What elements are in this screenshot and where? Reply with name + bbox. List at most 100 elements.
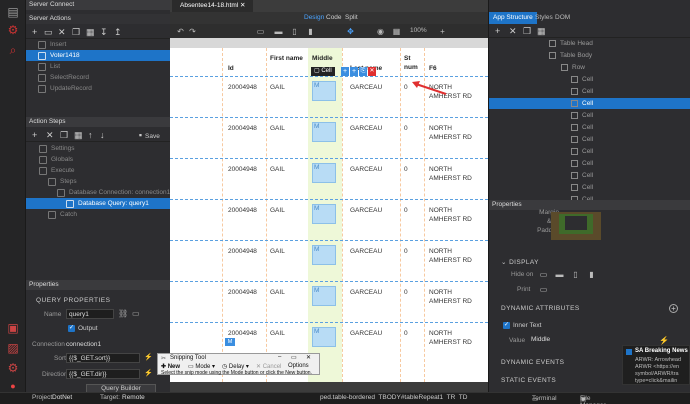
hide-desktop-icon[interactable]: ▭ (539, 270, 548, 279)
move-icon[interactable]: ✥ (346, 27, 355, 36)
server-action-item[interactable]: Voter1418 (26, 50, 170, 61)
copy-element-icon[interactable]: ❐ (523, 26, 531, 37)
print-icon[interactable]: ▭ (539, 285, 548, 294)
dom-tree-item[interactable]: Cell (489, 110, 690, 121)
table-row[interactable]: 20004948 GAIL M GARCEAU 0 NORTH AMHERST RD (170, 240, 488, 281)
save-button[interactable]: ▪ Save (136, 131, 160, 141)
export-icon[interactable]: ↥ (114, 27, 122, 38)
paste-element-icon[interactable]: ▦ (537, 26, 546, 37)
add-icon[interactable]: + (32, 27, 37, 37)
server-action-item[interactable]: List (26, 61, 170, 72)
sort-input[interactable]: {{$_GET.sort}} (66, 353, 140, 363)
dom-tree-item[interactable]: Cell (489, 170, 690, 181)
mobile-icon[interactable]: ▮ (306, 27, 315, 36)
cell-first-name[interactable]: GAIL (270, 206, 285, 215)
element-badge[interactable]: M (225, 338, 235, 346)
dom-tree-item[interactable]: Cell (489, 86, 690, 97)
output-checkbox[interactable]: ✓ (68, 325, 75, 332)
bind-icon-2[interactable]: ⚡ (144, 369, 153, 377)
dom-tree-item[interactable]: Cell (489, 158, 690, 169)
cell-id[interactable]: 20004948 (228, 206, 257, 215)
server-action-item[interactable]: SelectRecord (26, 72, 170, 83)
desktop-icon[interactable]: ▭ (256, 27, 265, 36)
element-breadcrumb[interactable]: ped.table-bordered TBODY#tableRepeat1 TR… (320, 394, 467, 401)
add-inside-button[interactable]: + (350, 67, 358, 76)
table-row[interactable]: 20004948 GAIL M GARCEAU 0 NORTH AMHERST RD (170, 158, 488, 199)
dom-tree-item[interactable]: Cell (489, 98, 690, 109)
snipping-tool-window[interactable]: ✂ Snipping Tool – ▭ ✕ ✚ New ▭ Mode ▾ ◷ D… (157, 353, 320, 376)
cell-first-name[interactable]: GAIL (270, 329, 285, 338)
tablet-icon[interactable]: ▯ (290, 27, 299, 36)
cell-st-num[interactable]: 0 (404, 124, 408, 133)
laptop-icon[interactable]: ▬ (274, 27, 283, 36)
cell-st-num[interactable]: 0 (404, 206, 408, 215)
cell-middle[interactable]: M (312, 286, 336, 306)
value-input[interactable]: Middle (531, 335, 671, 345)
server-connect-icon[interactable]: ⚙ (5, 22, 21, 38)
cell-middle[interactable]: M (312, 81, 336, 101)
action-step-item[interactable]: Globals (26, 154, 170, 165)
cell-f6[interactable]: NORTH AMHERST RD (429, 165, 479, 183)
action-step-item[interactable]: Execute (26, 165, 170, 176)
action-step-item[interactable]: Catch (26, 209, 170, 220)
folder-icon[interactable]: ▭ (44, 27, 53, 38)
cell-st-num[interactable]: 0 (404, 247, 408, 256)
paste-icon[interactable]: ▦ (86, 27, 95, 38)
delete-icon[interactable]: ✕ (58, 27, 66, 38)
action-step-item[interactable]: Steps (26, 176, 170, 187)
dom-tree-item[interactable]: Cell (489, 74, 690, 85)
redo-icon[interactable]: ↷ (188, 27, 197, 36)
add-before-button[interactable]: + (341, 67, 349, 76)
grid-icon[interactable]: ▦ (392, 27, 401, 36)
minimize-icon[interactable]: – (278, 354, 281, 360)
snip-options-button[interactable]: Options (288, 363, 309, 369)
bind-icon[interactable]: ⚡ (144, 353, 153, 361)
hide-mobile-icon[interactable]: ▮ (587, 270, 596, 279)
assets-icon[interactable]: ▨ (5, 340, 21, 356)
cell-last-name[interactable]: GARCEAU (350, 329, 382, 338)
undo-icon[interactable]: ↶ (176, 27, 185, 36)
server-action-item[interactable]: UpdateRecord (26, 83, 170, 94)
cell-f6[interactable]: NORTH AMHERST RD (429, 247, 479, 265)
cell-id[interactable]: 20004948 (228, 247, 257, 256)
copy-step-icon[interactable]: ❐ (60, 130, 68, 141)
server-action-item[interactable]: Insert (26, 39, 170, 50)
design-tab[interactable]: Design (304, 14, 324, 21)
dom-tree-item[interactable]: Cell (489, 122, 690, 133)
cell-badge[interactable]: ▢ Cell (311, 67, 335, 76)
snip-cancel-button[interactable]: ✕ Cancel (256, 363, 281, 370)
cell-st-num[interactable]: 0 (404, 165, 408, 174)
close-tab-icon[interactable]: ✕ (240, 2, 245, 9)
cell-last-name[interactable]: GARCEAU (350, 288, 382, 297)
delete-step-icon[interactable]: ✕ (46, 130, 54, 141)
cell-middle[interactable]: M (312, 163, 336, 183)
zoom-level[interactable]: 100% (410, 27, 427, 34)
snip-delay-button[interactable]: ◷ Delay ▾ (222, 363, 249, 370)
cell-id[interactable]: 20004948 (228, 124, 257, 133)
import-icon[interactable]: ↧ (100, 27, 108, 38)
table-row[interactable]: 20004948 GAIL M GARCEAU 0 NORTH AMHERST RD (170, 281, 488, 322)
dom-tree-item[interactable]: Table Head (489, 38, 690, 49)
tab-app-structure[interactable]: App Structure (489, 12, 537, 24)
display-section[interactable]: ⌄ DISPLAY (489, 256, 690, 270)
copy-icon[interactable]: ❐ (72, 27, 80, 38)
search-icon[interactable]: ⌕ (5, 42, 21, 58)
move-up-icon[interactable]: ↑ (88, 130, 93, 140)
paste-step-icon[interactable]: ▦ (74, 130, 83, 141)
add-step-icon[interactable]: + (32, 130, 37, 140)
action-step-item[interactable]: Settings (26, 143, 170, 154)
dom-tree-item[interactable]: Cell (489, 182, 690, 193)
cell-first-name[interactable]: GAIL (270, 124, 285, 133)
cell-first-name[interactable]: GAIL (270, 165, 285, 174)
cell-id[interactable]: 20004948 (228, 288, 257, 297)
hide-laptop-icon[interactable]: ▬ (555, 270, 564, 279)
direction-input[interactable]: {{$_GET.dir}} (66, 369, 140, 379)
project-select[interactable]: DotNet (52, 394, 72, 401)
cell-middle[interactable]: M (312, 122, 336, 142)
extensions-icon[interactable]: ⚙ (5, 360, 21, 376)
add-after-button[interactable]: ⎘ (359, 67, 367, 76)
connection-select[interactable]: connection1 (66, 341, 101, 348)
delete-element-button[interactable]: ✕ (368, 67, 376, 76)
workflow-icon[interactable]: ▣ (5, 320, 21, 336)
move-down-icon[interactable]: ↓ (100, 130, 105, 140)
